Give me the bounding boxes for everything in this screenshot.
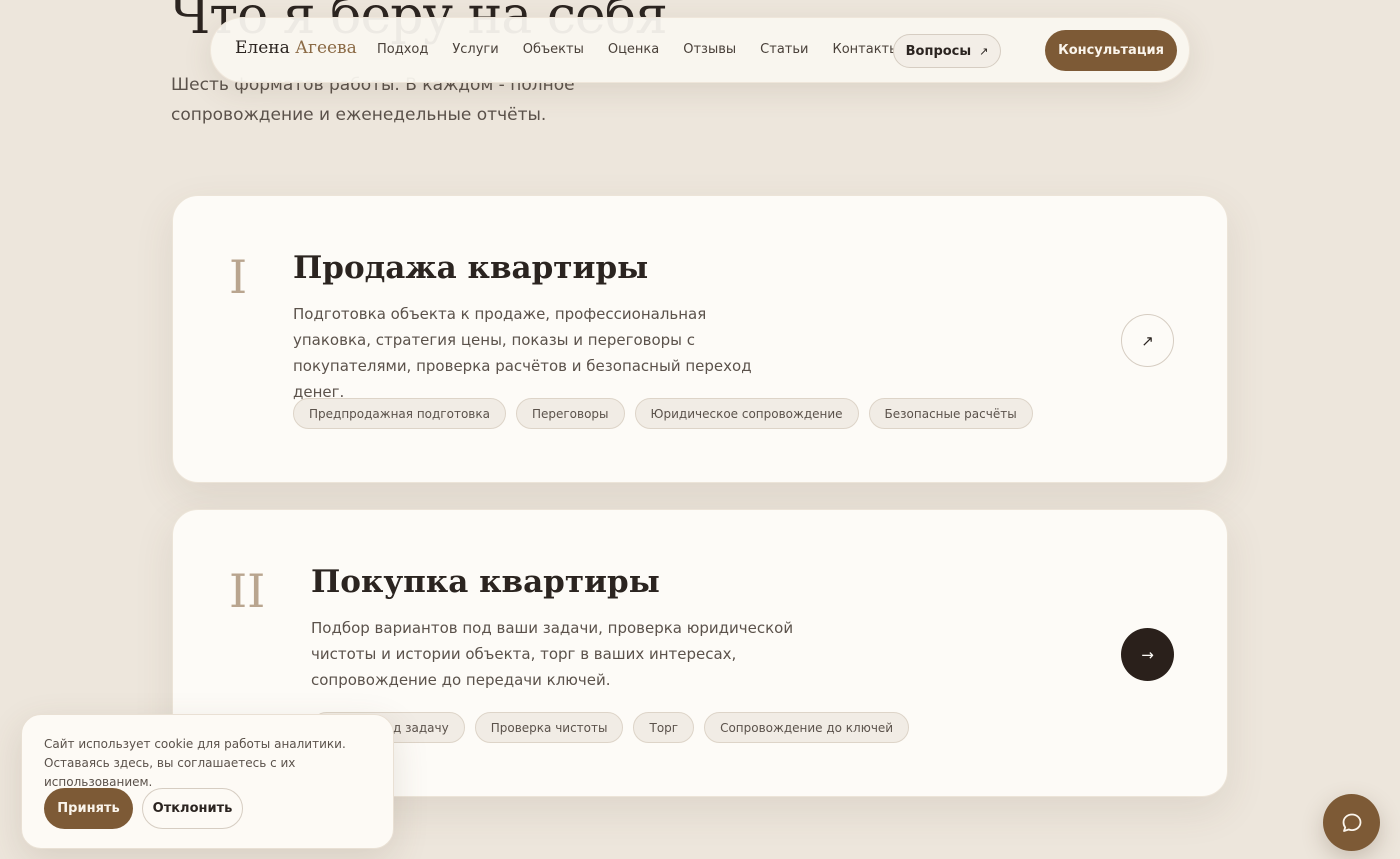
faq-label: Вопросы bbox=[905, 43, 972, 59]
chat-bubble-icon bbox=[1342, 813, 1361, 832]
service-tag: Юридическое сопровождение bbox=[634, 398, 859, 429]
site-logo[interactable]: Елена Агеева bbox=[235, 38, 357, 58]
service-tags: Предпродажная подготовка Переговоры Юрид… bbox=[293, 398, 1033, 429]
top-navbar: Елена Агеева Подход Услуги Объекты Оценк… bbox=[210, 17, 1190, 83]
service-description: Подбор вариантов под ваши задачи, провер… bbox=[311, 619, 794, 689]
faq-button[interactable]: Вопросы ↗ bbox=[893, 34, 1001, 68]
arrow-right-icon: → bbox=[1141, 645, 1154, 664]
service-tag: Торг bbox=[633, 712, 695, 743]
logo-last-name: Агеева bbox=[295, 38, 357, 58]
service-open-button[interactable]: → bbox=[1121, 628, 1174, 681]
service-title: Продажа квартиры bbox=[293, 250, 649, 286]
nav-link-services[interactable]: Услуги bbox=[452, 42, 498, 57]
arrow-up-right-icon: ↗ bbox=[979, 44, 989, 58]
nav-link-articles[interactable]: Статьи bbox=[760, 42, 808, 57]
service-card-sale[interactable]: I Продажа квартиры Подготовка объекта к … bbox=[172, 195, 1228, 483]
service-title: Покупка квартиры bbox=[311, 564, 660, 600]
cookie-banner: Сайт использует cookie для работы аналит… bbox=[21, 714, 394, 849]
service-tag: Переговоры bbox=[515, 398, 625, 429]
service-description: Подготовка объекта к продаже, профессион… bbox=[293, 305, 752, 401]
logo-first-name: Елена bbox=[235, 38, 290, 58]
service-tag: Проверка чистоты bbox=[474, 712, 624, 743]
nav-link-objects[interactable]: Объекты bbox=[523, 42, 584, 57]
nav-link-approach[interactable]: Подход bbox=[377, 42, 428, 57]
cookie-text: Сайт использует cookie для работы аналит… bbox=[44, 737, 346, 789]
service-numeral: II bbox=[229, 564, 266, 618]
service-tag: Сопровождение до ключей bbox=[704, 712, 910, 743]
cookie-decline-button[interactable]: Отклонить bbox=[142, 788, 243, 829]
service-numeral: I bbox=[229, 250, 248, 304]
service-tags: Подбор под задачу Проверка чистоты Торг … bbox=[311, 712, 910, 743]
service-tag: Предпродажная подготовка bbox=[293, 398, 506, 429]
nav-links: Подход Услуги Объекты Оценка Отзывы Стат… bbox=[377, 42, 899, 57]
cookie-accept-button[interactable]: Принять bbox=[44, 788, 133, 829]
nav-link-reviews[interactable]: Отзывы bbox=[683, 42, 736, 57]
consultation-button[interactable]: Консультация bbox=[1045, 30, 1177, 71]
nav-link-valuation[interactable]: Оценка bbox=[608, 42, 659, 57]
chat-button[interactable] bbox=[1323, 794, 1380, 851]
service-tag: Безопасные расчёты bbox=[868, 398, 1033, 429]
arrow-up-right-icon: ↗ bbox=[1141, 331, 1154, 350]
service-open-button[interactable]: ↗ bbox=[1121, 314, 1174, 367]
nav-link-contacts[interactable]: Контакты bbox=[832, 42, 899, 57]
